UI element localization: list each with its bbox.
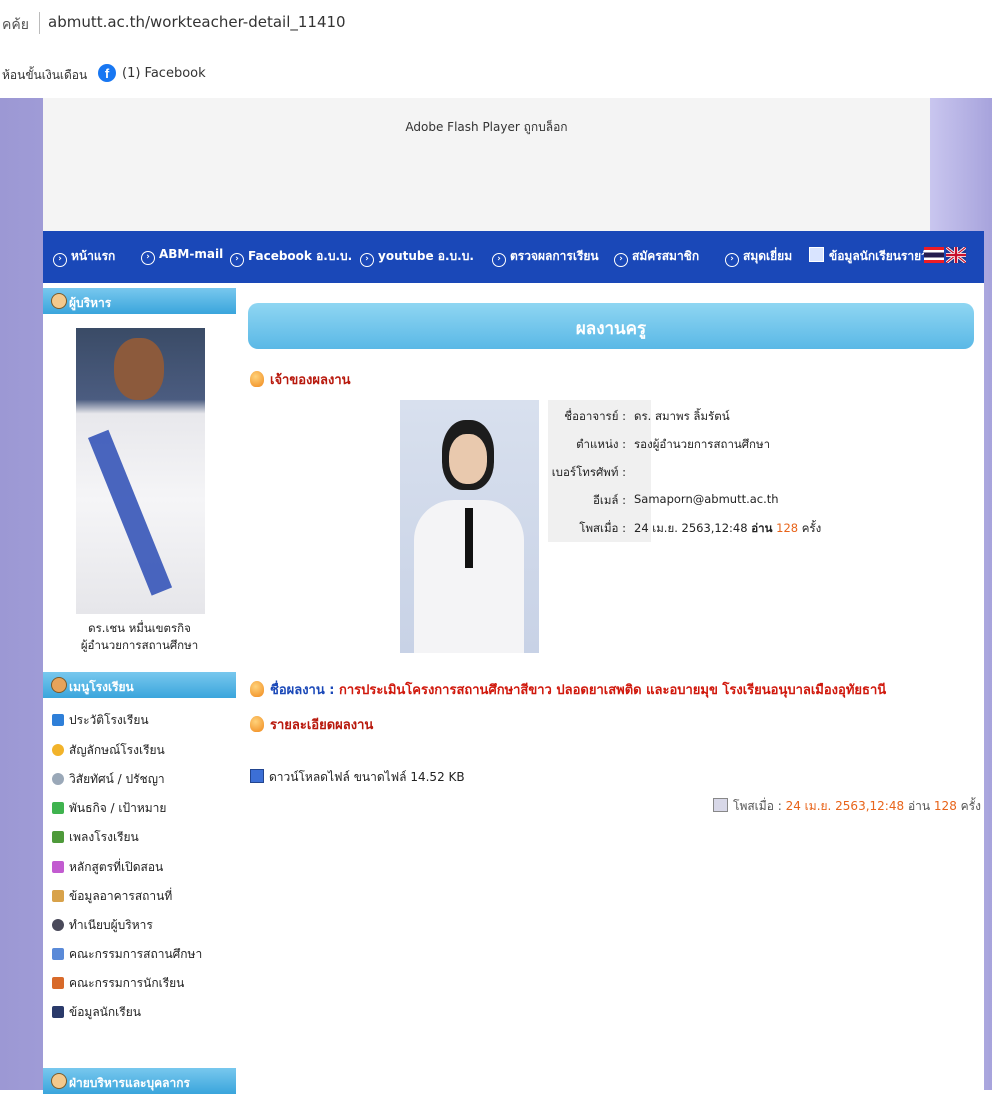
read-label: อ่าน <box>751 521 773 535</box>
chevron-right-icon: › <box>614 253 628 267</box>
menu-icon <box>51 677 67 693</box>
facebook-icon: f <box>98 64 116 82</box>
student-icon <box>52 1006 64 1018</box>
nav-guestbook[interactable]: › สมุดเยี่ยม <box>725 247 792 267</box>
bulb-icon <box>250 371 264 387</box>
bulb-icon <box>250 681 264 697</box>
user-icon <box>51 1073 67 1089</box>
url-text[interactable]: abmutt.ac.th/workteacher-detail_11410 <box>48 13 346 31</box>
times-label: ครั้ง <box>801 521 822 535</box>
phone-label: เบอร์โทรศัพท์ : <box>551 465 626 479</box>
sidebar-item-curriculum[interactable]: หลักสูตรที่เปิดสอน <box>52 858 163 877</box>
detail-section-header: รายละเอียดผลงาน <box>250 714 373 735</box>
nav-facebook[interactable]: › Facebook อ.บ.บ. <box>230 247 352 267</box>
email-label: อีเมล์ : <box>593 493 626 507</box>
page-title-bar: ผลงานครู <box>248 303 974 349</box>
sidebar-item-vision[interactable]: วิสัยทัศน์ / ปรัชญา <box>52 770 165 789</box>
bulb-icon <box>250 716 264 732</box>
teacher-name: ดร. สมาพร ลิ้มรัตน์ <box>634 409 730 423</box>
sidebar-item-song[interactable]: เพลงโรงเรียน <box>52 828 139 847</box>
person-icon <box>52 919 64 931</box>
sidebar-item-buildings[interactable]: ข้อมูลอาคารสถานที่ <box>52 887 172 906</box>
director-caption: ดร.เชน หมื่นเขตรกิจ ผู้อำนวยการสถานศึกษา <box>43 620 236 654</box>
footer-read-label: อ่าน <box>907 799 931 813</box>
nav-abm-mail[interactable]: › ABM-mail <box>141 247 223 265</box>
download-link[interactable]: ดาวน์โหลดไฟล์ <box>269 770 350 784</box>
address-bar[interactable]: คค้ย abmutt.ac.th/workteacher-detail_114… <box>0 0 992 48</box>
nav-check-grades[interactable]: › ตรวจผลการเรียน <box>492 247 599 267</box>
nav-youtube[interactable]: › youtube อ.บ.บ. <box>360 247 474 267</box>
student-icon <box>809 247 824 262</box>
sidebar-menu-header: เมนูโรงเรียน <box>43 672 236 698</box>
chevron-right-icon: › <box>725 253 739 267</box>
globe-icon <box>52 773 64 785</box>
house-icon <box>52 890 64 902</box>
bookmarks-bar: ห้อนขั้นเงินเดือน f (1) Facebook <box>0 48 992 98</box>
user-icon <box>51 293 67 309</box>
url-separator <box>39 12 40 34</box>
flash-blocked-text: Adobe Flash Player ถูกบล็อก <box>405 120 568 134</box>
page-title: ผลงานครู <box>575 319 647 339</box>
read-count: 128 <box>776 521 799 535</box>
director-name: ดร.เชน หมื่นเขตรกิจ <box>88 621 191 635</box>
file-size-label: ขนาดไฟล์ <box>353 770 407 784</box>
director-title: ผู้อำนวยการสถานศึกษา <box>80 638 199 652</box>
flash-banner[interactable]: Adobe Flash Player ถูกบล็อก <box>43 98 930 231</box>
main-nav: › หน้าแรก › ABM-mail › Facebook อ.บ.บ. › you… <box>43 231 984 283</box>
teacher-position: รองผู้อำนวยการสถานศึกษา <box>634 437 771 451</box>
teacher-photo <box>400 400 539 653</box>
chevron-right-icon: › <box>53 253 67 267</box>
url-prefix: คค้ย <box>2 17 29 33</box>
sidebar-item-mission[interactable]: พันธกิจ / เป้าหมาย <box>52 799 166 818</box>
calendar-icon <box>713 798 728 812</box>
file-icon <box>250 769 264 783</box>
bookmark-facebook[interactable]: (1) Facebook <box>122 66 206 81</box>
work-name: การประเมินโครงการสถานศึกษาสีขาว ปลอดยาเส… <box>339 683 887 698</box>
briefcase-icon <box>52 977 64 989</box>
group-icon <box>52 948 64 960</box>
footer-times-label: ครั้ง <box>960 799 981 813</box>
bookmark-salary[interactable]: ห้อนขั้นเงินเดือน <box>2 66 87 85</box>
sidebar-item-student-council[interactable]: คณะกรรมการนักเรียน <box>52 974 184 993</box>
teacher-email: Samaporn@abmutt.ac.th <box>634 492 779 506</box>
uk-flag-icon[interactable] <box>946 247 966 263</box>
file-size: 14.52 KB <box>410 770 465 784</box>
book-icon <box>52 714 64 726</box>
sidebar-item-history[interactable]: ประวัติโรงเรียน <box>52 711 149 730</box>
nav-register[interactable]: › สมัครสมาชิก <box>614 247 699 267</box>
download-row[interactable]: ดาวน์โหลดไฟล์ ขนาดไฟล์ 14.52 KB <box>250 768 465 787</box>
footer-read-count: 128 <box>933 799 957 813</box>
footer-posted-date: 24 เม.ย. 2563,12:48 <box>785 799 905 813</box>
name-label: ชื่ออาจารย์ : <box>564 409 626 423</box>
owner-section-header: เจ้าของผลงาน <box>250 369 351 390</box>
posted-date: 24 เม.ย. 2563,12:48 <box>634 521 748 535</box>
sidebar-staff-header: ฝ่ายบริหารและบุคลากร <box>43 1068 236 1094</box>
post-meta: 24 เม.ย. 2563,12:48 อ่าน 128 ครั้ง <box>634 520 821 538</box>
thai-flag-icon[interactable] <box>924 247 944 263</box>
nav-student-daily[interactable]: ข้อมูลนักเรียนรายวัน <box>809 247 936 266</box>
music-icon <box>52 831 64 843</box>
sidebar-item-students[interactable]: ข้อมูลนักเรียน <box>52 1003 141 1022</box>
chevron-right-icon: › <box>230 253 244 267</box>
sidebar-item-symbol[interactable]: สัญลักษณ์โรงเรียน <box>52 741 165 760</box>
work-name-label: ชื่อผลงาน : <box>270 683 335 698</box>
posted-label: โพสเมื่อ : <box>579 521 626 535</box>
sidebar-admin-header: ผู้บริหาร <box>43 288 236 314</box>
sidebar-item-board[interactable]: คณะกรรมการสถานศึกษา <box>52 945 202 964</box>
nav-home[interactable]: › หน้าแรก <box>53 247 115 267</box>
chevron-right-icon: › <box>492 253 506 267</box>
chevron-right-icon: › <box>360 253 374 267</box>
chevron-right-icon: › <box>141 251 155 265</box>
flag-icon <box>52 802 64 814</box>
pencil-icon <box>52 861 64 873</box>
work-title: ชื่อผลงาน : การประเมินโครงการสถานศึกษาสี… <box>250 679 886 700</box>
position-label: ตำแหน่ง : <box>576 437 626 451</box>
sidebar-item-executives[interactable]: ทำเนียบผู้บริหาร <box>52 916 153 935</box>
director-photo <box>76 328 205 614</box>
star-icon <box>52 744 64 756</box>
footer-post-meta: โพสเมื่อ : 24 เม.ย. 2563,12:48 อ่าน 128 … <box>713 797 981 816</box>
